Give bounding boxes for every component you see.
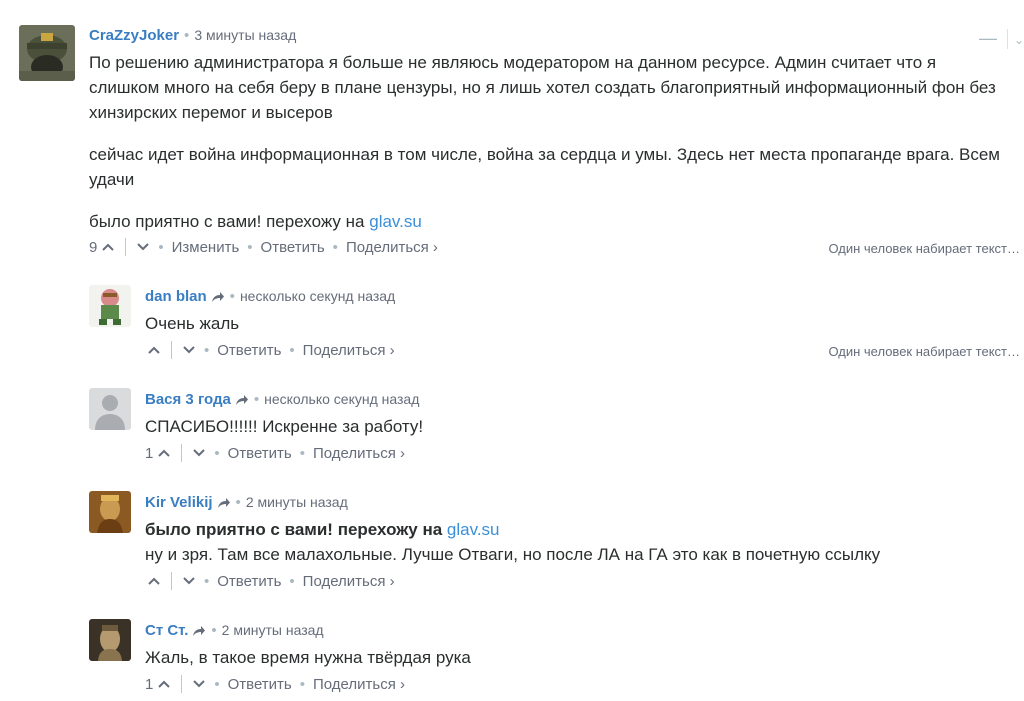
reply-link[interactable]: Ответить [261,239,325,256]
chevron-down-icon[interactable] [136,240,150,254]
comment-paragraph: сейчас идет война информационная в том ч… [89,145,1000,189]
comment-footer: 1 • Ответить • Поделиться › [145,675,405,693]
comment-header: CraZzyJoker • 3 минуты назад [89,27,297,44]
vote-divider [171,572,172,590]
comment-text: СПАСИБО!!!!!! Искренне за работу! [145,417,424,436]
timestamp[interactable]: 2 минуты назад [222,622,324,638]
timestamp[interactable]: несколько секунд назад [264,391,419,407]
chevron-down-icon[interactable] [192,677,206,691]
author-name[interactable]: Kir Velikij [145,494,213,511]
comment-header: Kir Velikij • 2 минуты назад [145,494,348,513]
vote-count: 9 [89,238,98,256]
comment-footer: 1 • Ответить • Поделиться › [145,444,405,462]
chevron-up-icon[interactable] [147,343,161,357]
comment-body: Жаль, в такое время нужна твёрдая рука [145,645,1005,670]
comment-body: Очень жаль [145,311,1005,336]
comment-footer: • Ответить • Поделиться › [147,572,395,590]
share-link[interactable]: Поделиться › [313,676,405,693]
share-arrow-icon [217,496,231,513]
timestamp[interactable]: 2 минуты назад [246,494,348,510]
chevron-up-icon[interactable] [101,240,115,254]
quote-text: было приятно с вами! перехожу на [145,520,447,539]
share-arrow-icon [211,290,225,307]
comment-footer: • Ответить • Поделиться › [147,341,395,359]
chevron-up-icon[interactable] [157,677,171,691]
avatar[interactable] [89,619,131,661]
vote-divider [181,675,183,693]
author-name[interactable]: Ст Ст. [145,622,188,639]
reply-link[interactable]: Ответить [228,445,292,462]
comment-header: dan blan • несколько секунд назад [145,288,396,307]
reply-link[interactable]: Ответить [217,573,281,590]
timestamp[interactable]: 3 минуты назад [194,27,296,43]
chevron-up-icon[interactable] [157,446,171,460]
avatar[interactable] [89,285,131,327]
timestamp[interactable]: несколько секунд назад [240,288,395,304]
chevron-down-icon[interactable] [192,446,206,460]
share-arrow-icon [192,624,206,641]
comment-footer: 9 • Изменить • Ответить • Поделиться › [89,238,438,256]
comment-text: было приятно с вами! перехожу на [89,212,370,231]
comment-paragraph: было приятно с вами! перехожу на glav.su [89,209,1009,234]
comment-header: Вася 3 года • несколько секунд назад [145,391,420,410]
typing-indicator: Один человек набирает текст… [828,241,1020,256]
comment-body: СПАСИБО!!!!!! Искренне за работу! [145,414,1005,439]
reply-link[interactable]: Ответить [228,676,292,693]
avatar[interactable] [89,491,131,533]
author-name[interactable]: Вася 3 года [145,391,231,408]
vote-divider [181,444,183,462]
share-link[interactable]: Поделиться › [303,342,395,359]
edit-link[interactable]: Изменить [172,239,240,256]
share-link[interactable]: Поделиться › [303,573,395,590]
vote-count: 1 [145,444,154,462]
comment-text: Очень жаль [145,314,240,333]
avatar[interactable] [89,388,131,430]
comment-text: Жаль, в такое время нужна твёрдая рука [145,648,471,667]
author-name[interactable]: CraZzyJoker [89,27,179,44]
share-link[interactable]: Поделиться › [346,239,438,256]
vote-divider [125,238,127,256]
comment-paragraph: По решению администратора я больше не яв… [89,53,996,122]
reply-link[interactable]: Ответить [217,342,281,359]
comment-body: По решению администратора я больше не яв… [89,50,1009,234]
chevron-down-icon[interactable] [182,343,196,357]
comment-text: ну и зря. Там все малахольные. Лучше Отв… [145,545,881,564]
chevron-up-icon[interactable] [147,574,161,588]
typing-indicator: Один человек набирает текст… [828,344,1020,359]
share-link[interactable]: Поделиться › [313,445,405,462]
vote-count: 1 [145,675,154,693]
comment-body: было приятно с вами! перехожу на glav.su… [145,517,1005,567]
share-arrow-icon [235,393,249,410]
avatar[interactable] [19,25,75,81]
chevron-down-icon[interactable] [182,574,196,588]
comment-header: Ст Ст. • 2 минуты назад [145,622,324,641]
glav-link[interactable]: glav.su [369,212,422,231]
comment: CraZzyJoker • 3 минуты назад По решению ад… [0,0,1024,270]
quote: было приятно с вами! перехожу на glav.su [145,517,1005,542]
author-name[interactable]: dan blan [145,288,207,305]
glav-link[interactable]: glav.su [447,520,500,539]
vote-divider [171,341,172,359]
